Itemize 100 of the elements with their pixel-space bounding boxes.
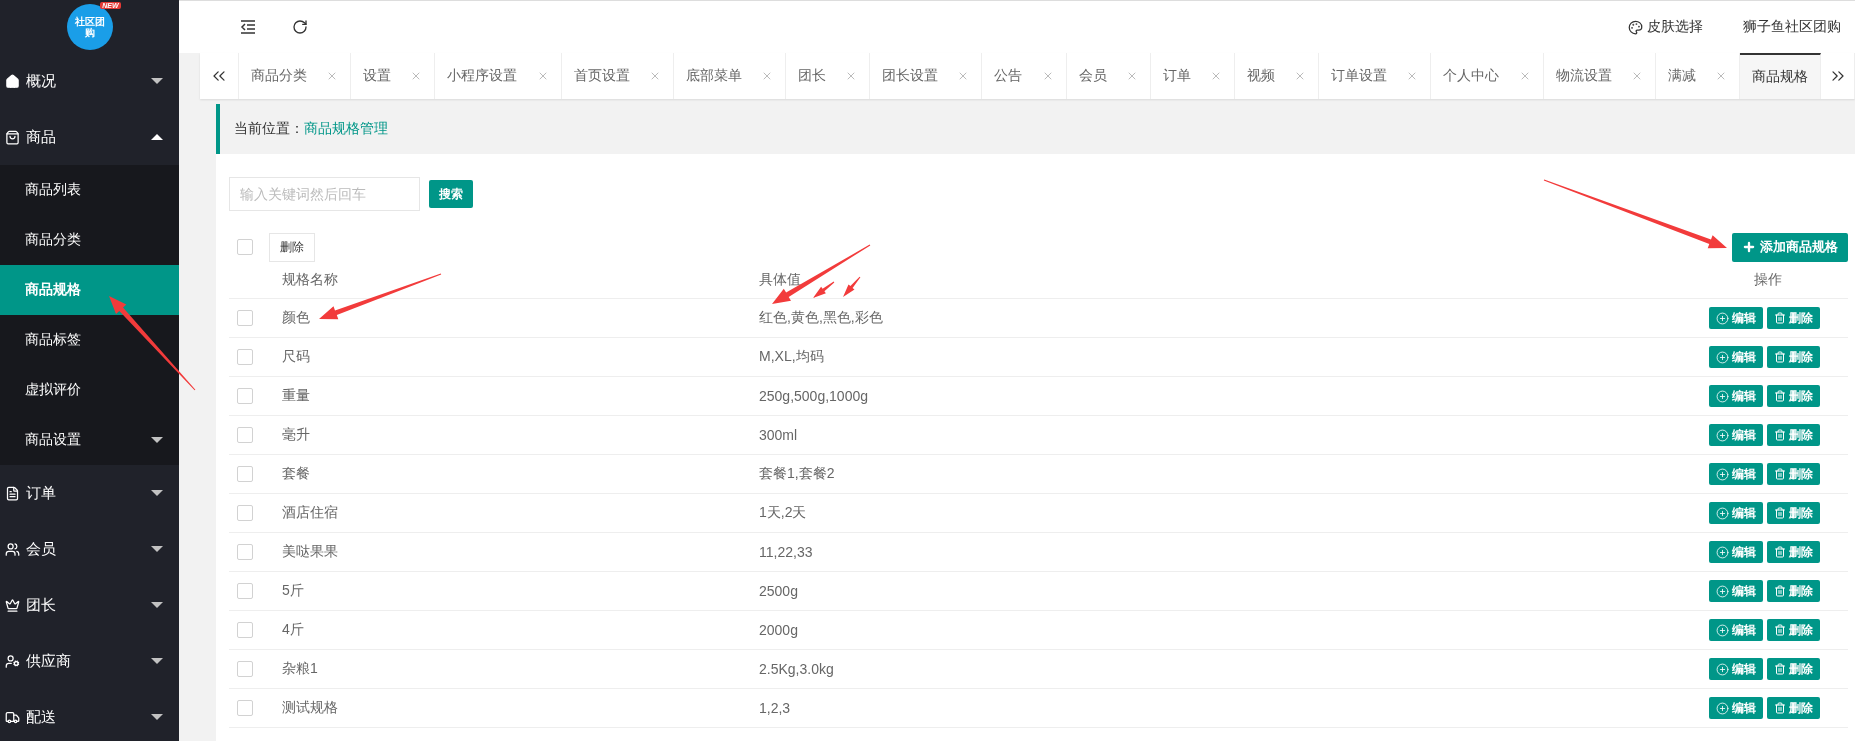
table-cell-text: 5斤 <box>282 582 305 600</box>
edit-button[interactable]: 编辑 <box>1709 463 1763 485</box>
trash-icon <box>1774 468 1786 480</box>
collapse-menu-icon[interactable] <box>240 20 256 34</box>
row-checkbox[interactable] <box>237 661 253 677</box>
tab[interactable]: 会员 <box>1066 53 1151 99</box>
skin-selector[interactable]: 皮肤选择 <box>1628 18 1703 36</box>
edit-button[interactable]: 编辑 <box>1709 502 1763 524</box>
palette-icon <box>1628 19 1643 35</box>
tab[interactable]: 个人中心 <box>1431 53 1544 99</box>
row-checkbox[interactable] <box>237 349 253 365</box>
delete-button[interactable]: 删除 <box>1767 502 1820 524</box>
row-checkbox[interactable] <box>237 583 253 599</box>
edit-button[interactable]: 编辑 <box>1709 580 1763 602</box>
truck-icon <box>4 709 20 725</box>
search-field[interactable]: 输入关键词然后回车 <box>229 177 420 211</box>
tab[interactable]: 团长设置 <box>870 53 983 99</box>
circle-plus-icon <box>1716 311 1729 325</box>
tab[interactable]: 订单设置 <box>1319 53 1432 99</box>
circle-plus-icon <box>1716 506 1729 520</box>
edit-button[interactable]: 编辑 <box>1709 346 1763 368</box>
trash-icon <box>1774 351 1786 363</box>
sidebar-item[interactable]: 团长 <box>0 577 179 633</box>
tab[interactable]: 小程序设置 <box>435 53 562 99</box>
column-header: 操作 <box>1754 271 1782 289</box>
user-gear-icon <box>4 653 20 669</box>
table-cell-text: 酒店住宿 <box>282 504 339 522</box>
delete-button[interactable]: 删除 <box>1767 658 1820 680</box>
table-cell-text: 重量 <box>282 387 311 405</box>
sidebar-subitem[interactable]: 商品列表 <box>0 165 179 215</box>
delete-button[interactable]: 删除 <box>1767 307 1820 329</box>
circle-plus-icon <box>1716 545 1729 559</box>
tab[interactable]: 设置 <box>351 53 436 99</box>
edit-button[interactable]: 编辑 <box>1709 619 1763 641</box>
tab[interactable]: 物流设置 <box>1543 53 1656 99</box>
row-checkbox[interactable] <box>237 544 253 560</box>
sidebar-item[interactable]: 概况 <box>0 53 179 109</box>
delete-button[interactable]: 删除 <box>1767 424 1820 446</box>
delete-button[interactable]: 删除 <box>269 232 315 262</box>
delete-button[interactable]: 删除 <box>1767 346 1820 368</box>
select-all-checkbox[interactable] <box>237 239 253 255</box>
sidebar-item[interactable]: 供应商 <box>0 633 179 689</box>
edit-button[interactable]: 编辑 <box>1709 307 1763 329</box>
delete-button[interactable]: 删除 <box>1767 619 1820 641</box>
delete-button[interactable]: 删除 <box>1767 463 1820 485</box>
trash-icon <box>1774 390 1786 402</box>
sidebar-item[interactable]: 商品 <box>0 109 179 165</box>
table-cell-text: 2.5Kg,3.0kg <box>759 661 835 677</box>
tab[interactable]: 满减 <box>1655 53 1741 99</box>
edit-button[interactable]: 编辑 <box>1709 658 1763 680</box>
tab[interactable]: 订单 <box>1150 53 1236 99</box>
delete-button[interactable]: 删除 <box>1767 385 1820 407</box>
tab[interactable]: 公告 <box>982 53 1067 99</box>
tab[interactable]: 底部菜单 <box>673 53 786 99</box>
table-cell-text: 杂粮1 <box>282 660 319 678</box>
tab[interactable]: 团长 <box>786 53 871 99</box>
refresh-icon[interactable] <box>292 19 308 35</box>
edit-button[interactable]: 编辑 <box>1709 697 1763 719</box>
sidebar-subitem[interactable]: 商品规格 <box>0 265 179 315</box>
column-header: 具体值 <box>759 271 801 289</box>
row-checkbox[interactable] <box>237 310 253 326</box>
delete-button[interactable]: 删除 <box>1767 580 1820 602</box>
table-cell-text: 250g,500g,1000g <box>759 388 869 404</box>
tab[interactable]: 商品规格 <box>1740 53 1822 99</box>
circle-plus-icon <box>1716 467 1729 481</box>
account-name[interactable]: 狮子鱼社区团购 <box>1743 18 1855 36</box>
sidebar-item[interactable]: 订单 <box>0 465 179 521</box>
sidebar-subitem[interactable]: 虚拟评价 <box>0 365 179 415</box>
delete-button[interactable]: 删除 <box>1767 697 1820 719</box>
trash-icon <box>1774 546 1786 558</box>
table-cell-text: 套餐1,套餐2 <box>759 465 836 483</box>
row-checkbox[interactable] <box>237 622 253 638</box>
tab[interactable]: 商品分类 <box>239 53 352 99</box>
edit-button[interactable]: 编辑 <box>1709 424 1763 446</box>
row-checkbox[interactable] <box>237 466 253 482</box>
sidebar-subitem[interactable]: 商品标签 <box>0 315 179 365</box>
circle-plus-icon <box>1716 389 1729 403</box>
tab[interactable]: 视频 <box>1235 53 1320 99</box>
tab[interactable]: 首页设置 <box>561 53 674 99</box>
delete-button[interactable]: 删除 <box>1767 541 1820 563</box>
sidebar-subitem[interactable]: 商品设置 <box>0 415 179 465</box>
search-button[interactable]: 搜索 <box>429 180 473 208</box>
sidebar-item[interactable]: 会员 <box>0 521 179 577</box>
breadcrumb-link[interactable]: 商品规格管理 <box>304 120 388 138</box>
add-spec-button[interactable]: 添加商品规格 <box>1732 232 1848 262</box>
row-checkbox[interactable] <box>237 505 253 521</box>
column-header: 规格名称 <box>282 271 338 289</box>
row-checkbox[interactable] <box>237 700 253 716</box>
sidebar-subitem[interactable]: 商品分类 <box>0 215 179 265</box>
edit-button[interactable]: 编辑 <box>1709 541 1763 563</box>
row-checkbox[interactable] <box>237 388 253 404</box>
row-checkbox[interactable] <box>237 427 253 443</box>
sidebar-item[interactable]: 配送 <box>0 689 179 741</box>
circle-plus-icon <box>1716 584 1729 598</box>
breadcrumb-label: 当前位置： <box>234 120 304 138</box>
edit-button[interactable]: 编辑 <box>1709 385 1763 407</box>
users-icon <box>4 541 20 557</box>
table-cell-text: 1,2,3 <box>759 700 792 716</box>
trash-icon <box>1774 312 1786 324</box>
close-icon[interactable] <box>761 70 773 82</box>
